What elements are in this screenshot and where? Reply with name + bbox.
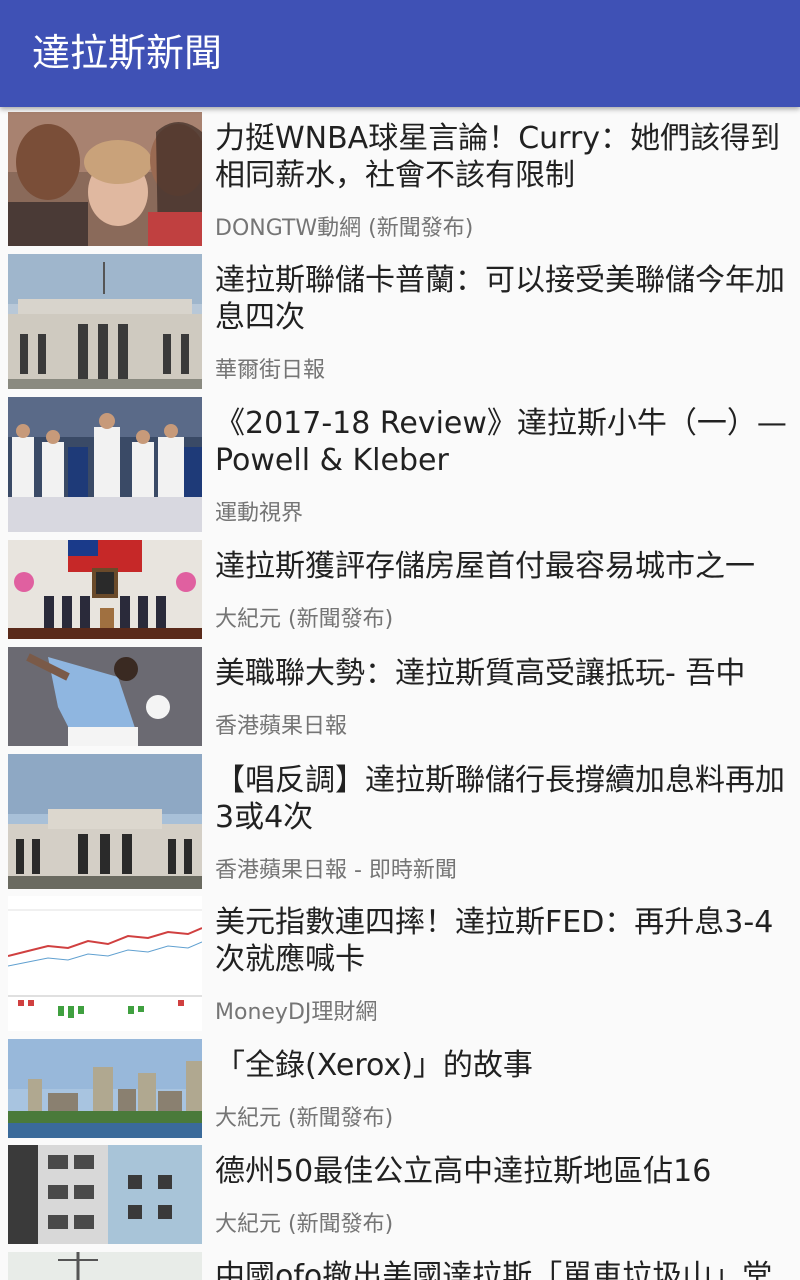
- news-headline: 德州50最佳公立高中達拉斯地區佔16: [215, 1154, 712, 1189]
- ceremony-stage-image: [8, 540, 202, 639]
- news-item[interactable]: 達拉斯聯儲卡普蘭：可以接受美聯儲今年加息四次 華爾街日報: [0, 254, 800, 394]
- news-source: DONGTW動網 (新聞發布): [215, 216, 474, 241]
- news-source: 香港蘋果日報: [215, 714, 348, 739]
- news-source: 大紀元 (新聞發布): [215, 607, 394, 632]
- news-headline: 美元指數連四摔！達拉斯FED：再升息3-4次就應喊卡: [215, 905, 774, 977]
- news-headline: 達拉斯獲評存儲房屋首付最容易城市之一: [215, 549, 755, 584]
- stock-chart-image: [8, 896, 202, 1031]
- news-source: 華爾街日報: [215, 358, 326, 383]
- news-source: 大紀元 (新聞發布): [215, 1106, 394, 1131]
- street-scene-image: [8, 1252, 202, 1280]
- news-headline: 美職聯大勢：達拉斯質高受讓抵玩- 吾中: [215, 656, 746, 691]
- news-headline: 「全錄(Xerox)」的故事: [215, 1048, 533, 1083]
- federal-reserve-building-image: [8, 254, 202, 389]
- news-source: 香港蘋果日報 - 即時新聞: [215, 858, 457, 883]
- news-headline: 達拉斯聯儲卡普蘭：可以接受美聯儲今年加息四次: [215, 263, 785, 335]
- basketball-team-image: [8, 397, 202, 532]
- building-facade-image: [8, 1145, 202, 1244]
- news-source: 大紀元 (新聞發布): [215, 1212, 394, 1237]
- federal-reserve-building-image: [8, 754, 202, 889]
- app-bar: 達拉斯新聞: [0, 0, 800, 107]
- news-item[interactable]: 《2017-18 Review》達拉斯小牛（一）— Powell & Klebe…: [0, 397, 800, 537]
- news-item[interactable]: 德州50最佳公立高中達拉斯地區佔16 大紀元 (新聞發布): [0, 1145, 800, 1248]
- news-item[interactable]: 力挺WNBA球星言論！Curry：她們該得到相同薪水，社會不該有限制 DONGT…: [0, 112, 800, 250]
- news-headline: 力挺WNBA球星言論！Curry：她們該得到相同薪水，社會不該有限制: [215, 121, 781, 193]
- news-item[interactable]: 中國ofo撤出美國達拉斯「單車垃圾山」堂: [0, 1252, 800, 1280]
- news-item[interactable]: 美職聯大勢：達拉斯質高受讓抵玩- 吾中 香港蘋果日報: [0, 647, 800, 750]
- family-photo-image: [8, 112, 202, 246]
- news-item[interactable]: 美元指數連四摔！達拉斯FED：再升息3-4次就應喊卡 MoneyDJ理財網: [0, 896, 800, 1036]
- soccer-player-image: [8, 647, 202, 746]
- news-item[interactable]: 達拉斯獲評存儲房屋首付最容易城市之一 大紀元 (新聞發布): [0, 540, 800, 643]
- news-item[interactable]: 「全錄(Xerox)」的故事 大紀元 (新聞發布): [0, 1039, 800, 1142]
- app-title: 達拉斯新聞: [32, 31, 223, 75]
- news-headline: 《2017-18 Review》達拉斯小牛（一）— Powell & Klebe…: [215, 406, 787, 478]
- city-skyline-image: [8, 1039, 202, 1138]
- news-source: MoneyDJ理財網: [215, 1000, 378, 1025]
- news-headline: 【唱反調】達拉斯聯儲行長撐續加息料再加3或4次: [215, 763, 785, 835]
- news-source: 運動視界: [215, 501, 304, 526]
- news-headline: 中國ofo撤出美國達拉斯「單車垃圾山」堂: [215, 1259, 773, 1280]
- news-item[interactable]: 【唱反調】達拉斯聯儲行長撐續加息料再加3或4次 香港蘋果日報 - 即時新聞: [0, 754, 800, 894]
